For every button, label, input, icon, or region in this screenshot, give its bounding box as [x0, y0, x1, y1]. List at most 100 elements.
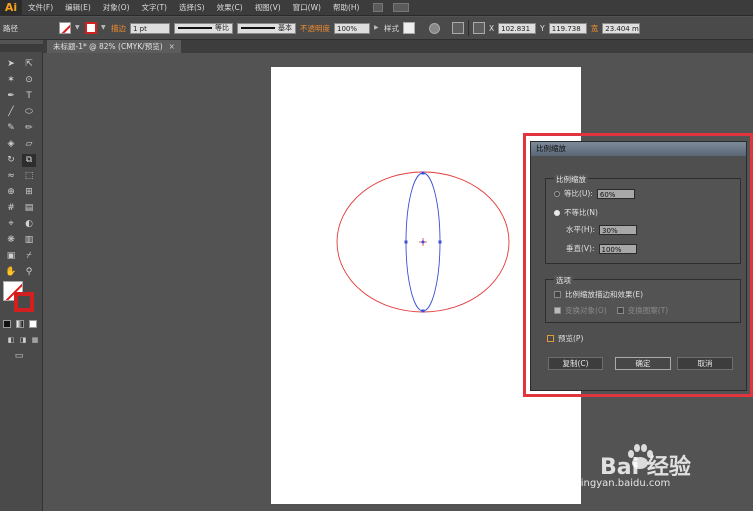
preview-checkbox[interactable] [547, 335, 554, 342]
reference-point-icon[interactable] [473, 22, 485, 34]
cancel-button[interactable]: 取消 [677, 357, 733, 370]
scale-strokes-checkbox[interactable] [554, 291, 561, 298]
direct-selection-tool-icon[interactable]: ⇱ [22, 58, 36, 71]
fill-color-swatch[interactable] [59, 22, 71, 34]
brush-definition[interactable]: 基本 [237, 22, 296, 34]
shape-builder-icon[interactable]: ⊕ [4, 186, 18, 199]
variable-width-profile[interactable]: 等比 [174, 22, 233, 34]
slice-tool-icon[interactable]: ⌿ [22, 250, 36, 263]
type-tool-icon[interactable]: T [22, 90, 36, 103]
transform-objects-checkbox[interactable] [554, 307, 561, 314]
chevron-down-icon[interactable]: ▼ [101, 23, 107, 33]
eyedropper-icon[interactable]: ⌖ [4, 218, 18, 231]
uniform-radio[interactable] [554, 190, 560, 197]
hand-tool-icon[interactable]: ✋ [4, 266, 18, 279]
transform-patterns-checkbox[interactable] [616, 307, 624, 314]
line-tool-icon[interactable]: ╱ [4, 106, 18, 119]
ellipse-tool-icon[interactable]: ⬭ [22, 106, 36, 119]
graphic-style-swatch[interactable] [403, 22, 415, 34]
screen-mode-icon[interactable]: ▭ [12, 350, 26, 363]
menu-type[interactable]: 文字(T) [136, 2, 173, 13]
lasso-icon[interactable]: ⊙ [22, 74, 36, 87]
blob-brush-icon[interactable]: ◈ [4, 138, 18, 151]
blend-tool-icon[interactable]: ◐ [22, 218, 36, 231]
arrange-documents-icon[interactable] [393, 3, 410, 12]
free-transform-icon[interactable]: ⬚ [22, 170, 36, 183]
opacity-field[interactable]: 100% [334, 22, 370, 34]
menu-file[interactable]: 文件(F) [22, 2, 59, 13]
nonuniform-option[interactable]: 不等比(N) [554, 207, 598, 218]
y-label: Y [540, 23, 545, 33]
y-field[interactable]: 119.738 [548, 22, 587, 34]
symbol-sprayer-icon[interactable]: ❋ [4, 234, 18, 247]
document-tab[interactable]: 未标题-1* @ 82% (CMYK/预览) × [47, 40, 181, 53]
width-field[interactable]: 23.404 m [602, 22, 641, 34]
stroke-label[interactable]: 描边 [111, 23, 126, 34]
scale-strokes-label: 比例缩放描边和效果(E) [565, 290, 644, 299]
eraser-icon[interactable]: ▱ [22, 138, 36, 151]
selection-type-label: 路径 [3, 23, 18, 33]
rotate-tool-icon[interactable]: ↻ [4, 154, 18, 167]
uniform-option[interactable]: 等比(U): 60% [554, 188, 635, 199]
document-tab-bar: 未标题-1* @ 82% (CMYK/预览) × [43, 40, 753, 53]
menu-edit[interactable]: 编辑(E) [59, 2, 97, 13]
anchor-point-bottom[interactable] [421, 309, 425, 313]
horizontal-field[interactable]: 30% [599, 224, 638, 235]
recolor-icon[interactable] [429, 22, 440, 34]
divider [468, 20, 469, 36]
transform-objects-label: 变换对象(O) [565, 306, 607, 315]
stroke-swatch[interactable] [14, 292, 34, 312]
panel-grip[interactable] [0, 44, 43, 52]
dialog-title[interactable]: 比例缩放 [531, 142, 746, 156]
ok-button[interactable]: 确定 [615, 357, 671, 370]
anchor-point-left[interactable] [404, 240, 408, 244]
chevron-down-icon[interactable]: ▼ [75, 23, 81, 33]
artboard-tool-icon[interactable]: ▣ [4, 250, 18, 263]
anchor-point-right[interactable] [438, 240, 442, 244]
menu-help[interactable]: 帮助(H) [327, 2, 366, 13]
pen-tool-icon[interactable]: ✒ [4, 90, 18, 103]
tools-panel: ➤ ⇱ ✶ ⊙ ✒ T ╱ ⬭ ✎ ✏ ◈ ▱ ↻ ⧉ ≈ ⬚ ⊕ ⊞ # ▤ … [0, 44, 43, 511]
vertical-row: 垂直(V): 100% [566, 243, 637, 254]
scale-tool-icon[interactable]: ⧉ [22, 154, 36, 167]
nonuniform-radio[interactable] [554, 209, 560, 216]
stroke-color-swatch[interactable] [85, 22, 97, 34]
color-mode-icon[interactable] [3, 320, 11, 328]
perspective-grid-icon[interactable]: ⊞ [22, 186, 36, 199]
style-label: 样式 [384, 23, 399, 33]
scale-strokes-option[interactable]: 比例缩放描边和效果(E) [554, 289, 643, 300]
chevron-right-icon[interactable]: ▶ [374, 23, 380, 33]
opacity-label[interactable]: 不透明度 [300, 23, 330, 34]
copy-button[interactable]: 复制(C) [548, 357, 603, 370]
bridge-icon[interactable] [373, 3, 384, 12]
selection-tool-icon[interactable]: ➤ [4, 58, 18, 71]
menu-select[interactable]: 选择(S) [173, 2, 211, 13]
magic-wand-icon[interactable]: ✶ [4, 74, 18, 87]
pencil-icon[interactable]: ✏ [22, 122, 36, 135]
menu-object[interactable]: 对象(O) [97, 2, 136, 13]
vertical-field[interactable]: 100% [598, 243, 637, 254]
column-graph-icon[interactable]: ▥ [22, 234, 36, 247]
menu-view[interactable]: 视图(V) [249, 2, 287, 13]
menu-window[interactable]: 窗口(W) [287, 2, 327, 13]
paintbrush-icon[interactable]: ✎ [4, 122, 18, 135]
preview-option[interactable]: 预览(P) [547, 333, 583, 344]
menu-effect[interactable]: 效果(C) [211, 2, 249, 13]
none-mode-icon[interactable] [29, 320, 37, 328]
align-icon[interactable] [452, 22, 464, 34]
uniform-label: 等比(U): [564, 189, 593, 198]
zoom-tool-icon[interactable]: ⚲ [22, 266, 36, 279]
gradient-tool-icon[interactable]: ▤ [22, 202, 36, 215]
anchor-point-top[interactable] [421, 171, 425, 175]
watermark-brand: Bai 经验 [600, 455, 691, 480]
x-label: X [489, 23, 495, 33]
width-tool-icon[interactable]: ≈ [4, 170, 18, 183]
x-field[interactable]: 102.831 [498, 22, 537, 34]
gradient-mode-icon[interactable] [16, 320, 24, 328]
mesh-tool-icon[interactable]: # [4, 202, 18, 215]
close-icon[interactable]: × [169, 42, 175, 51]
uniform-field[interactable]: 60% [596, 188, 635, 199]
stroke-weight-field[interactable]: 1 pt [130, 22, 170, 34]
transform-patterns-label: 变换图案(T) [627, 306, 669, 315]
draw-inside-icon[interactable]: ▦ [28, 334, 42, 347]
